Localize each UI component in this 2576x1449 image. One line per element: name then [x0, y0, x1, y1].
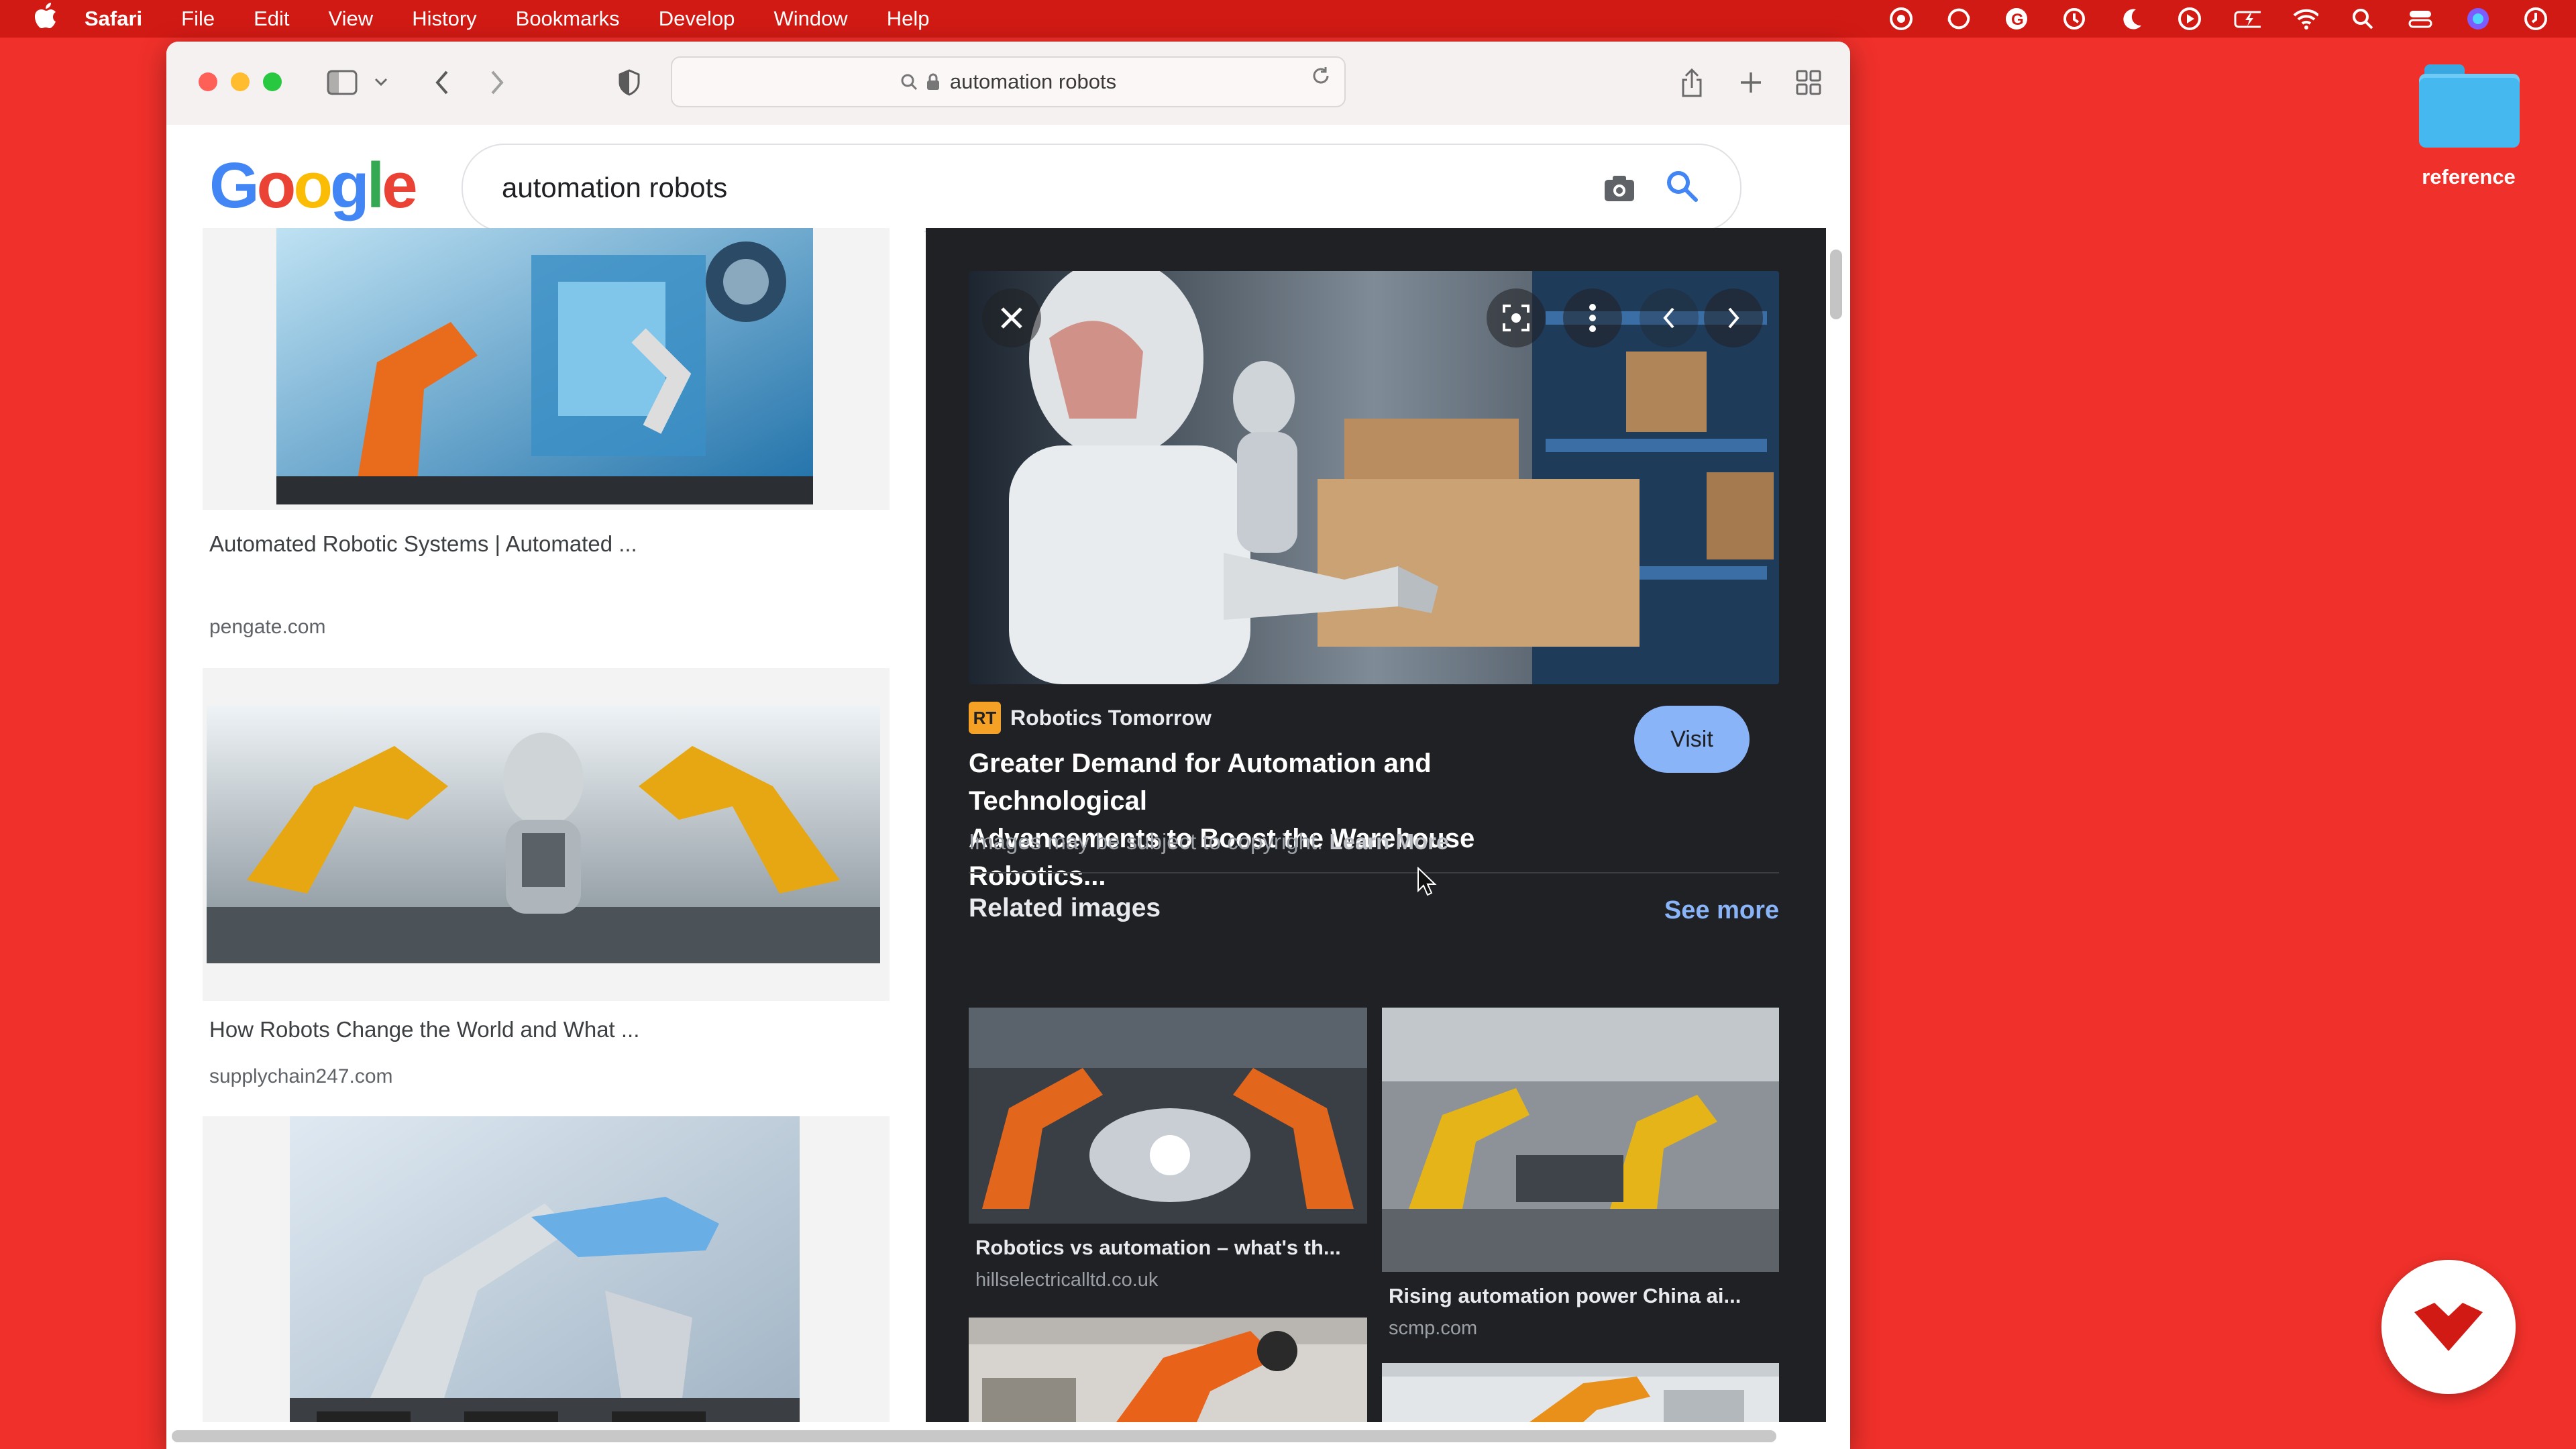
- wifi-icon[interactable]: [2292, 5, 2318, 32]
- related-image[interactable]: [969, 1008, 1367, 1224]
- creative-cloud-icon[interactable]: [1888, 5, 1915, 32]
- search-icon[interactable]: [1662, 166, 1703, 207]
- back-icon[interactable]: [421, 63, 462, 102]
- new-tab-icon[interactable]: [1731, 63, 1771, 102]
- share-icon[interactable]: [1672, 63, 1712, 102]
- result-card[interactable]: Automated Robotic Systems | Automated ..…: [203, 228, 890, 556]
- related-title[interactable]: Robotics vs automation – what's th...: [975, 1236, 1341, 1260]
- result-image[interactable]: [276, 228, 813, 504]
- logo-letter: G: [209, 150, 260, 221]
- time-machine-icon[interactable]: [2061, 5, 2088, 32]
- zoom-window-button[interactable]: [263, 72, 282, 91]
- siri-icon[interactable]: [2465, 5, 2491, 32]
- vertical-scrollbar[interactable]: [1830, 250, 1842, 319]
- visit-button[interactable]: Visit: [1634, 706, 1750, 773]
- tab-overview-icon[interactable]: [1788, 63, 1829, 102]
- related-image[interactable]: [969, 1318, 1367, 1422]
- result-title[interactable]: Automated Robotic Systems | Automated ..…: [209, 531, 637, 557]
- related-image[interactable]: [1382, 1363, 1779, 1422]
- site-favicon: RT: [969, 702, 1001, 734]
- preview-source[interactable]: RT Robotics Tomorrow: [969, 702, 1212, 734]
- copyright-text: Images may be subject to copyright.: [969, 829, 1324, 854]
- logo-letter: e: [382, 150, 417, 221]
- google-logo[interactable]: Google: [209, 149, 418, 223]
- learn-more-link[interactable]: Learn More: [1329, 829, 1448, 854]
- g-icon[interactable]: G: [2003, 5, 2030, 32]
- next-image-icon[interactable]: [1704, 288, 1763, 347]
- search-input[interactable]: [500, 171, 1550, 205]
- menu-help[interactable]: Help: [887, 7, 930, 31]
- sidebar-toggle-icon[interactable]: [322, 63, 362, 102]
- result-image[interactable]: [207, 706, 880, 963]
- google-search-box: [462, 144, 1741, 232]
- app-logo-icon[interactable]: [2381, 1260, 2516, 1394]
- related-image[interactable]: [1382, 1008, 1779, 1272]
- result-title[interactable]: How Robots Change the World and What ...: [209, 1017, 639, 1042]
- related-title[interactable]: Rising automation power China ai...: [1389, 1284, 1741, 1308]
- status-area: G: [1888, 0, 2549, 38]
- menu-edit[interactable]: Edit: [254, 7, 289, 31]
- menu-window[interactable]: Window: [773, 7, 847, 31]
- address-bar[interactable]: automation robots: [671, 56, 1346, 107]
- result-source[interactable]: pengate.com: [209, 616, 325, 639]
- address-text: automation robots: [949, 70, 1117, 93]
- menu-history[interactable]: History: [412, 7, 476, 31]
- menu-bar: Safari File Edit View History Bookmarks …: [0, 0, 2576, 38]
- result-card[interactable]: [203, 1116, 890, 1422]
- logo-letter: g: [329, 150, 370, 221]
- preview-image[interactable]: [969, 271, 1779, 684]
- reload-icon[interactable]: [1311, 66, 1331, 92]
- related-source[interactable]: hillselectricalltd.co.uk: [975, 1269, 1158, 1291]
- control-center-icon[interactable]: [2407, 5, 2434, 32]
- close-icon[interactable]: [982, 288, 1041, 347]
- menu-view[interactable]: View: [329, 7, 374, 31]
- source-name[interactable]: Robotics Tomorrow: [1010, 706, 1212, 731]
- clock-icon[interactable]: [2522, 5, 2549, 32]
- image-preview-panel: RT Robotics Tomorrow Visit Greater Deman…: [926, 228, 1826, 1422]
- logo-letter: l: [366, 150, 385, 221]
- minimize-window-button[interactable]: [231, 72, 250, 91]
- menu-app-safari[interactable]: Safari: [85, 7, 142, 31]
- more-options-icon[interactable]: [1563, 288, 1622, 347]
- divider: [969, 872, 1779, 873]
- svg-text:G: G: [2011, 11, 2024, 29]
- folder-icon[interactable]: [2419, 62, 2520, 149]
- related-source[interactable]: scmp.com: [1389, 1318, 1477, 1340]
- apple-menu-icon[interactable]: [25, 2, 66, 36]
- menu-file[interactable]: File: [181, 7, 215, 31]
- related-images-heading: Related images: [969, 894, 1161, 922]
- horizontal-scrollbar[interactable]: [172, 1430, 1776, 1442]
- copyright-notice: Images may be subject to copyright. Lear…: [969, 829, 1448, 855]
- menu-develop[interactable]: Develop: [659, 7, 735, 31]
- sync-icon[interactable]: [1945, 5, 1972, 32]
- result-source[interactable]: supplychain247.com: [209, 1065, 393, 1088]
- logo-letter: o: [293, 150, 333, 221]
- desktop-folder-label: reference: [2422, 165, 2516, 189]
- spotlight-icon[interactable]: [2349, 5, 2376, 32]
- result-image[interactable]: [290, 1116, 800, 1422]
- lens-search-icon[interactable]: [1487, 288, 1546, 347]
- privacy-shield-icon[interactable]: [609, 63, 649, 102]
- chevron-down-icon[interactable]: [368, 63, 394, 102]
- safari-window: automation robots Google automation robo…: [166, 42, 1850, 1449]
- search-icon: [901, 74, 917, 91]
- forward-icon[interactable]: [478, 63, 518, 102]
- logo-letter: o: [256, 150, 297, 221]
- lock-icon: [926, 73, 939, 90]
- see-more-link[interactable]: See more: [1664, 896, 1779, 925]
- previous-image-icon[interactable]: [1640, 288, 1699, 347]
- result-card[interactable]: How Robots Change the World and What ...: [203, 668, 890, 1042]
- image-results: Automated Robotic Systems | Automated ..…: [166, 228, 924, 1422]
- battery-icon[interactable]: [2234, 5, 2261, 32]
- headline-line: Greater Demand for Automation and Techno…: [969, 749, 1432, 816]
- close-window-button[interactable]: [199, 72, 217, 91]
- menu-bookmarks[interactable]: Bookmarks: [516, 7, 620, 31]
- moon-icon[interactable]: [2118, 5, 2145, 32]
- play-icon[interactable]: [2176, 5, 2203, 32]
- camera-icon[interactable]: [1601, 169, 1638, 207]
- browser-toolbar: automation robots: [166, 42, 1850, 126]
